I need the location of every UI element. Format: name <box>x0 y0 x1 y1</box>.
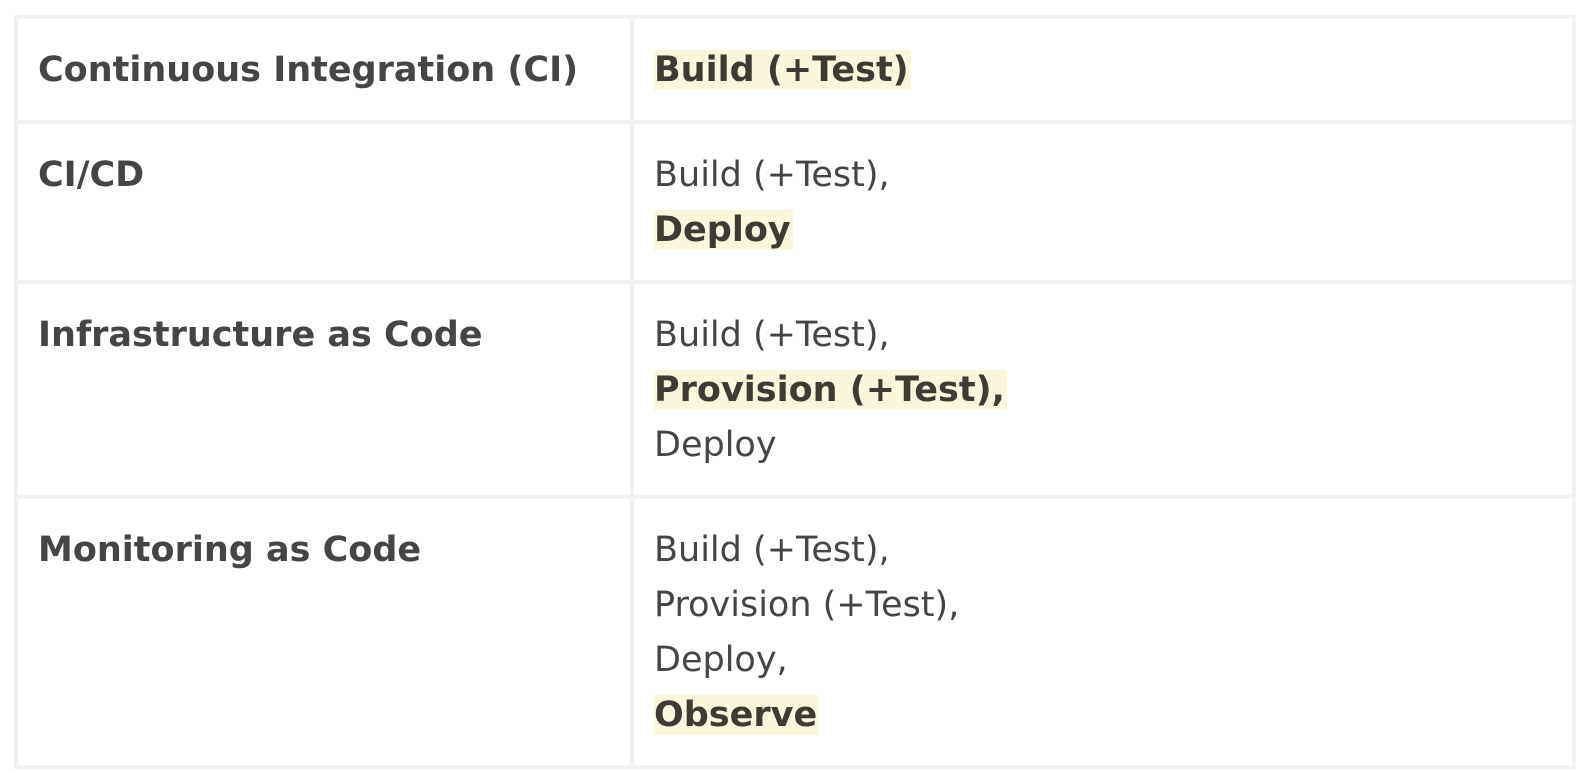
stage-text-highlighted: Observe <box>654 695 820 735</box>
stage-item: Provision (+Test), <box>654 578 1552 633</box>
stage-text: Build (+Test), <box>654 315 890 355</box>
stage-item: Build (+Test) <box>654 43 1552 98</box>
term-label: Monitoring as Code <box>38 530 422 570</box>
table-row: Continuous Integration (CI) Build (+Test… <box>14 15 1576 124</box>
stage-text-highlighted: Provision (+Test), <box>654 370 1007 410</box>
stages-cell: Build (+Test), Provision (+Test), Deploy… <box>630 495 1576 769</box>
term-cell: Infrastructure as Code <box>14 280 634 499</box>
stage-item: Deploy <box>654 203 1552 258</box>
table-row: CI/CD Build (+Test), Deploy <box>14 120 1576 284</box>
stage-text: Deploy, <box>654 640 788 680</box>
table-row: Monitoring as Code Build (+Test), Provis… <box>14 495 1576 769</box>
table-row: Infrastructure as Code Build (+Test), Pr… <box>14 280 1576 499</box>
stage-item: Provision (+Test), <box>654 363 1552 418</box>
term-label: Continuous Integration (CI) <box>38 50 579 90</box>
stage-item: Deploy <box>654 418 1552 473</box>
term-label: CI/CD <box>38 155 145 195</box>
stages-cell: Build (+Test), Deploy <box>630 120 1576 284</box>
stage-item: Deploy, <box>654 633 1552 688</box>
stage-item: Observe <box>654 688 1552 743</box>
term-cell: Continuous Integration (CI) <box>14 15 634 124</box>
term-cell: CI/CD <box>14 120 634 284</box>
stage-item: Build (+Test), <box>654 308 1552 363</box>
comparison-table: Continuous Integration (CI) Build (+Test… <box>14 15 1576 769</box>
stage-text: Deploy <box>654 425 777 465</box>
term-label: Infrastructure as Code <box>38 315 483 355</box>
stage-text-highlighted: Deploy <box>654 210 793 250</box>
comparison-table-container: Continuous Integration (CI) Build (+Test… <box>14 15 1576 769</box>
stages-cell: Build (+Test) <box>630 15 1576 124</box>
stage-text: Build (+Test), <box>654 530 890 570</box>
stages-cell: Build (+Test), Provision (+Test), Deploy <box>630 280 1576 499</box>
stage-text: Provision (+Test), <box>654 585 960 625</box>
stage-text: Build (+Test), <box>654 155 890 195</box>
stage-item: Build (+Test), <box>654 148 1552 203</box>
term-cell: Monitoring as Code <box>14 495 634 769</box>
stage-text-highlighted: Build (+Test) <box>654 50 911 90</box>
stage-item: Build (+Test), <box>654 523 1552 578</box>
